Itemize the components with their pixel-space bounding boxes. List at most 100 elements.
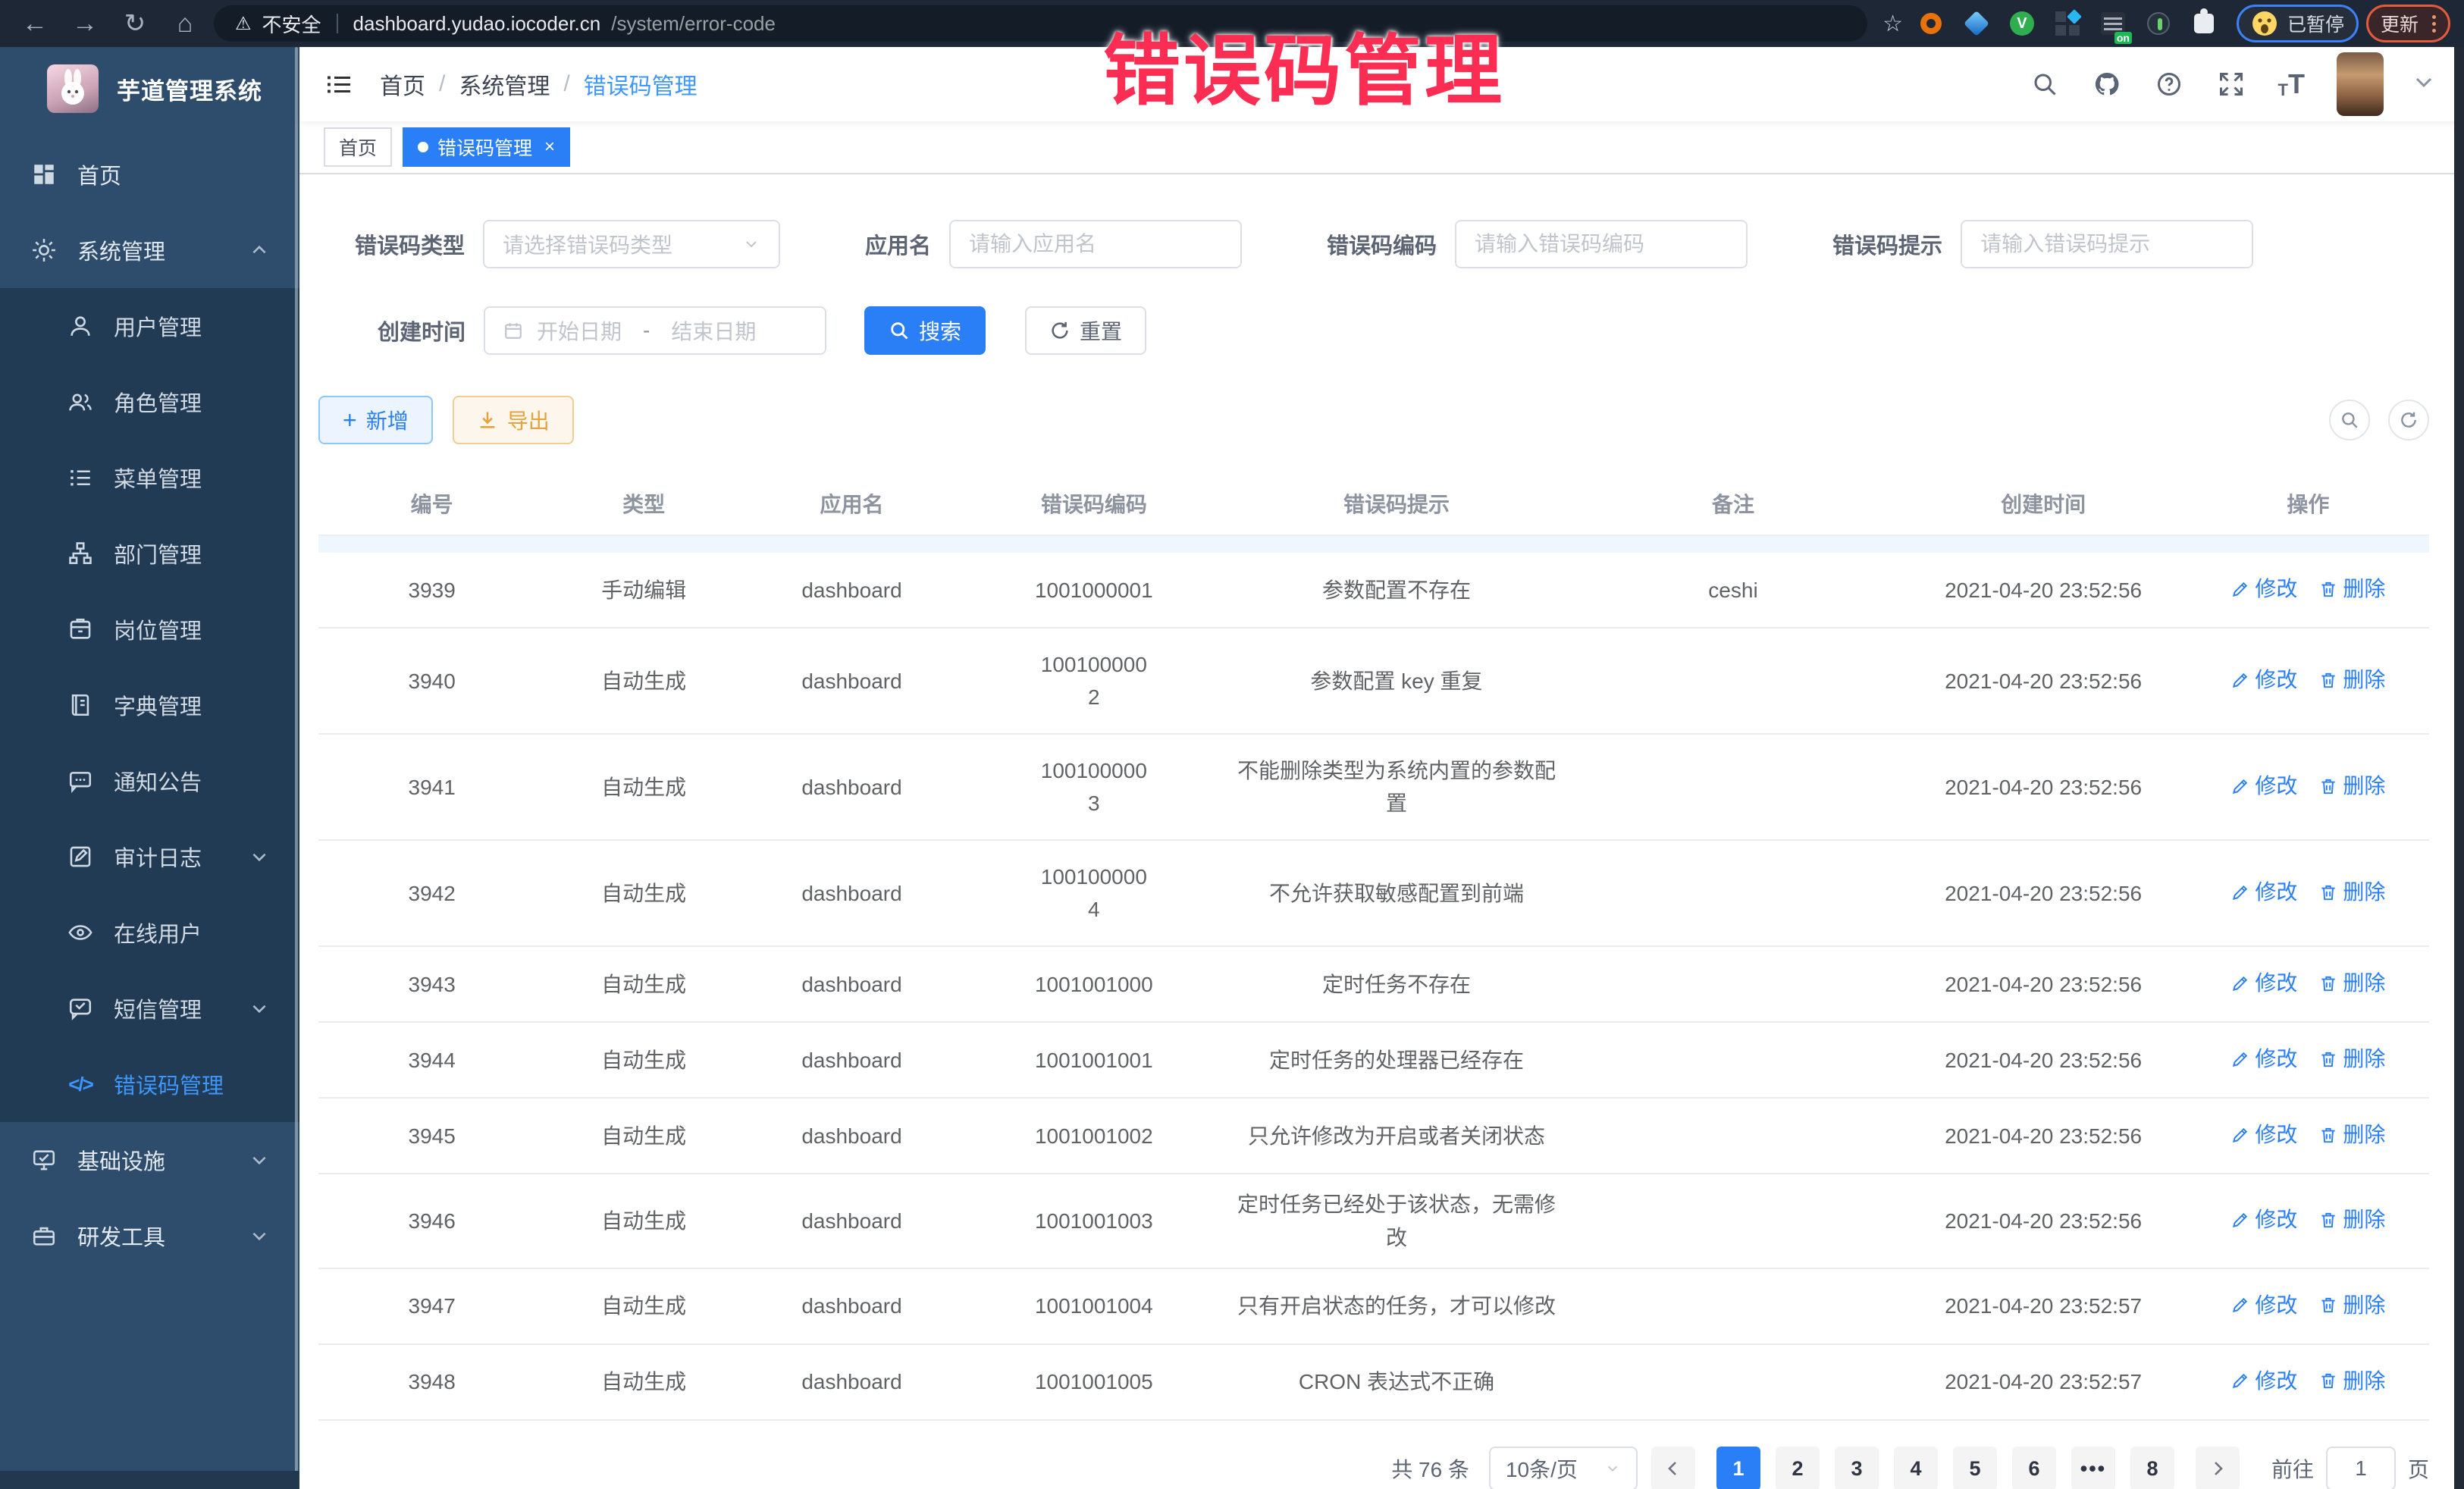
breadcrumb-home[interactable]: 首页 — [380, 67, 425, 101]
bookmark-star-icon[interactable]: ☆ — [1882, 11, 1903, 37]
page-button-1[interactable]: 1 — [1716, 1447, 1760, 1489]
home-icon[interactable]: ⌂ — [164, 9, 206, 39]
delete-link[interactable]: 删除 — [2318, 876, 2385, 908]
delete-link[interactable]: 删除 — [2318, 1289, 2385, 1321]
sidebar-item-online[interactable]: 在线用户 — [0, 895, 299, 970]
delete-link[interactable]: 删除 — [2318, 1365, 2385, 1397]
back-icon[interactable]: ← — [14, 9, 56, 39]
browser-update-button[interactable]: 更新 — [2366, 5, 2450, 42]
sidebar-item-dict[interactable]: 字典管理 — [0, 667, 299, 743]
tab-home[interactable]: 首页 — [324, 127, 392, 167]
sidebar-item-audit[interactable]: 审计日志 — [0, 819, 299, 895]
edit-link[interactable]: 修改 — [2230, 1203, 2297, 1236]
next-page-button[interactable] — [2196, 1447, 2240, 1489]
url-host: dashboard.yudao.iocoder.cn — [353, 12, 601, 36]
delete-link[interactable]: 删除 — [2318, 1118, 2385, 1151]
search-icon[interactable] — [2030, 69, 2060, 99]
sidebar-item-menu[interactable]: 菜单管理 — [0, 440, 299, 516]
edit-link[interactable]: 修改 — [2230, 770, 2297, 802]
edit-link[interactable]: 修改 — [2230, 876, 2297, 908]
edit-link[interactable]: 修改 — [2230, 1118, 2297, 1151]
extension-icon[interactable] — [1918, 11, 1944, 36]
page-button-4[interactable]: 4 — [1894, 1447, 1938, 1489]
delete-link[interactable]: 删除 — [2318, 770, 2385, 802]
sidebar-item-badge[interactable]: 岗位管理 — [0, 591, 299, 667]
search-button[interactable]: 搜索 — [864, 306, 986, 355]
page-button-8[interactable]: 8 — [2130, 1447, 2174, 1489]
browser-menu-icon[interactable] — [2432, 15, 2436, 33]
add-button[interactable]: +新增 — [318, 396, 433, 444]
sidebar-item-gear[interactable]: 系统管理 — [0, 212, 299, 288]
create-time-range-picker[interactable]: 开始日期 - 结束日期 — [484, 306, 826, 355]
reload-icon[interactable]: ↻ — [114, 8, 156, 39]
app-name-field[interactable] — [949, 220, 1242, 268]
page-button-2[interactable]: 2 — [1776, 1447, 1820, 1489]
extension-icon[interactable] — [2146, 11, 2171, 36]
extension-icon[interactable]: on — [2100, 11, 2126, 36]
delete-link[interactable]: 删除 — [2318, 1203, 2385, 1236]
font-size-icon[interactable]: TT — [2278, 68, 2305, 100]
sidebar-item-tree[interactable]: 部门管理 — [0, 516, 299, 591]
toggle-search-button[interactable] — [2329, 400, 2370, 440]
address-bar[interactable]: ⚠ 不安全 dashboard.yudao.iocoder.cn/system/… — [214, 5, 1867, 42]
sidebar-item-code[interactable]: </>错误码管理 — [0, 1046, 299, 1122]
window-scrollbar[interactable] — [2454, 47, 2464, 1489]
error-code-field[interactable] — [1455, 220, 1748, 268]
edit-link[interactable]: 修改 — [2230, 967, 2297, 999]
error-hint-field[interactable] — [1961, 220, 2253, 268]
error-hint-input[interactable] — [1980, 232, 2234, 256]
docs-help-icon[interactable] — [2154, 69, 2184, 99]
breadcrumb-system[interactable]: 系统管理 — [459, 67, 550, 101]
edit-link[interactable]: 修改 — [2230, 1365, 2297, 1397]
sidebar-item-home[interactable]: 首页 — [0, 136, 299, 212]
page-button-5[interactable]: 5 — [1953, 1447, 1997, 1489]
refresh-table-button[interactable] — [2388, 400, 2429, 440]
page-button-3[interactable]: 3 — [1835, 1447, 1879, 1489]
sidebar-item-infra[interactable]: 基础设施 — [0, 1122, 299, 1198]
export-button[interactable]: 导出 — [453, 396, 574, 444]
sidebar-item-user[interactable]: 用户管理 — [0, 288, 299, 364]
sidebar-item-sms[interactable]: 短信管理 — [0, 970, 299, 1046]
sidebar-item-tools[interactable]: 研发工具 — [0, 1198, 299, 1274]
delete-link[interactable]: 删除 — [2318, 1042, 2385, 1075]
edit-link[interactable]: 修改 — [2230, 572, 2297, 605]
fullscreen-icon[interactable] — [2216, 69, 2246, 99]
tools-icon — [29, 1221, 59, 1251]
page-size-select[interactable]: 10条/页 — [1489, 1447, 1638, 1489]
close-tab-icon[interactable]: × — [544, 136, 555, 158]
sidebar-item-notice[interactable]: 通知公告 — [0, 743, 299, 819]
edit-icon — [2230, 882, 2250, 902]
collapse-menu-icon[interactable] — [322, 69, 356, 99]
edit-link[interactable]: 修改 — [2230, 663, 2297, 696]
extension-icon[interactable] — [2191, 11, 2217, 36]
sidebar-item-users[interactable]: 角色管理 — [0, 364, 299, 440]
browser-profile-chip[interactable]: 已暂停 — [2237, 5, 2359, 42]
app-name-input[interactable] — [969, 232, 1222, 256]
goto-page-input[interactable] — [2326, 1447, 2396, 1489]
page-button-6[interactable]: 6 — [2012, 1447, 2056, 1489]
extension-icon[interactable] — [1964, 11, 1989, 36]
app-logo-row[interactable]: 芋道管理系统 — [0, 47, 299, 130]
cell-type: 自动生成 — [545, 1191, 741, 1251]
sidebar-scrollbar[interactable] — [295, 47, 298, 1489]
delete-link[interactable]: 删除 — [2318, 967, 2385, 999]
reset-button[interactable]: 重置 — [1025, 306, 1146, 355]
extension-icon[interactable]: V — [2009, 11, 2035, 36]
delete-link[interactable]: 删除 — [2318, 663, 2385, 696]
edit-link[interactable]: 修改 — [2230, 1042, 2297, 1075]
more-pages-button[interactable]: ••• — [2071, 1447, 2115, 1489]
prev-page-button[interactable] — [1651, 1447, 1695, 1489]
error-code-input[interactable] — [1475, 232, 1728, 256]
chevron-down-icon — [249, 1150, 269, 1170]
main-area: 首页 / 系统管理 / 错误码管理 TT 首页 错误 — [299, 47, 2464, 1489]
tab-error-code[interactable]: 错误码管理× — [403, 127, 570, 167]
cell-created: 2021-04-20 23:52:56 — [1900, 1106, 2187, 1166]
caret-down-icon[interactable] — [2415, 77, 2432, 92]
edit-link[interactable]: 修改 — [2230, 1289, 2297, 1321]
forward-icon[interactable]: → — [64, 9, 106, 39]
delete-link[interactable]: 删除 — [2318, 572, 2385, 605]
extension-icon[interactable] — [2055, 11, 2080, 36]
user-avatar[interactable] — [2337, 52, 2384, 116]
github-icon[interactable] — [2092, 69, 2122, 99]
error-type-select[interactable]: 请选择错误码类型 — [483, 220, 780, 268]
